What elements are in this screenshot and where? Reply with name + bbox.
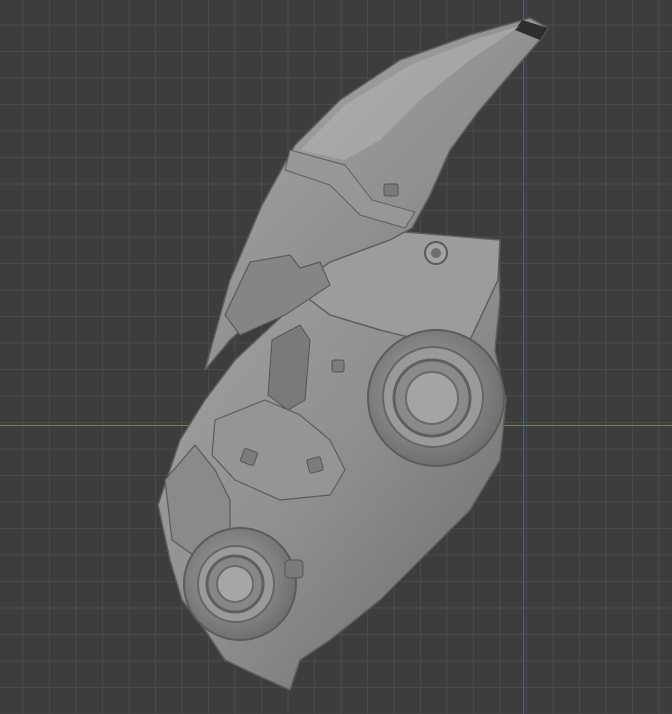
side-disc — [367, 329, 505, 467]
rivet-cheek-2 — [306, 456, 324, 474]
rivet-upper — [383, 183, 399, 197]
rivet-brow — [331, 359, 345, 373]
3d-viewport[interactable] — [0, 0, 672, 714]
sculpted-mask-model[interactable] — [0, 0, 672, 714]
